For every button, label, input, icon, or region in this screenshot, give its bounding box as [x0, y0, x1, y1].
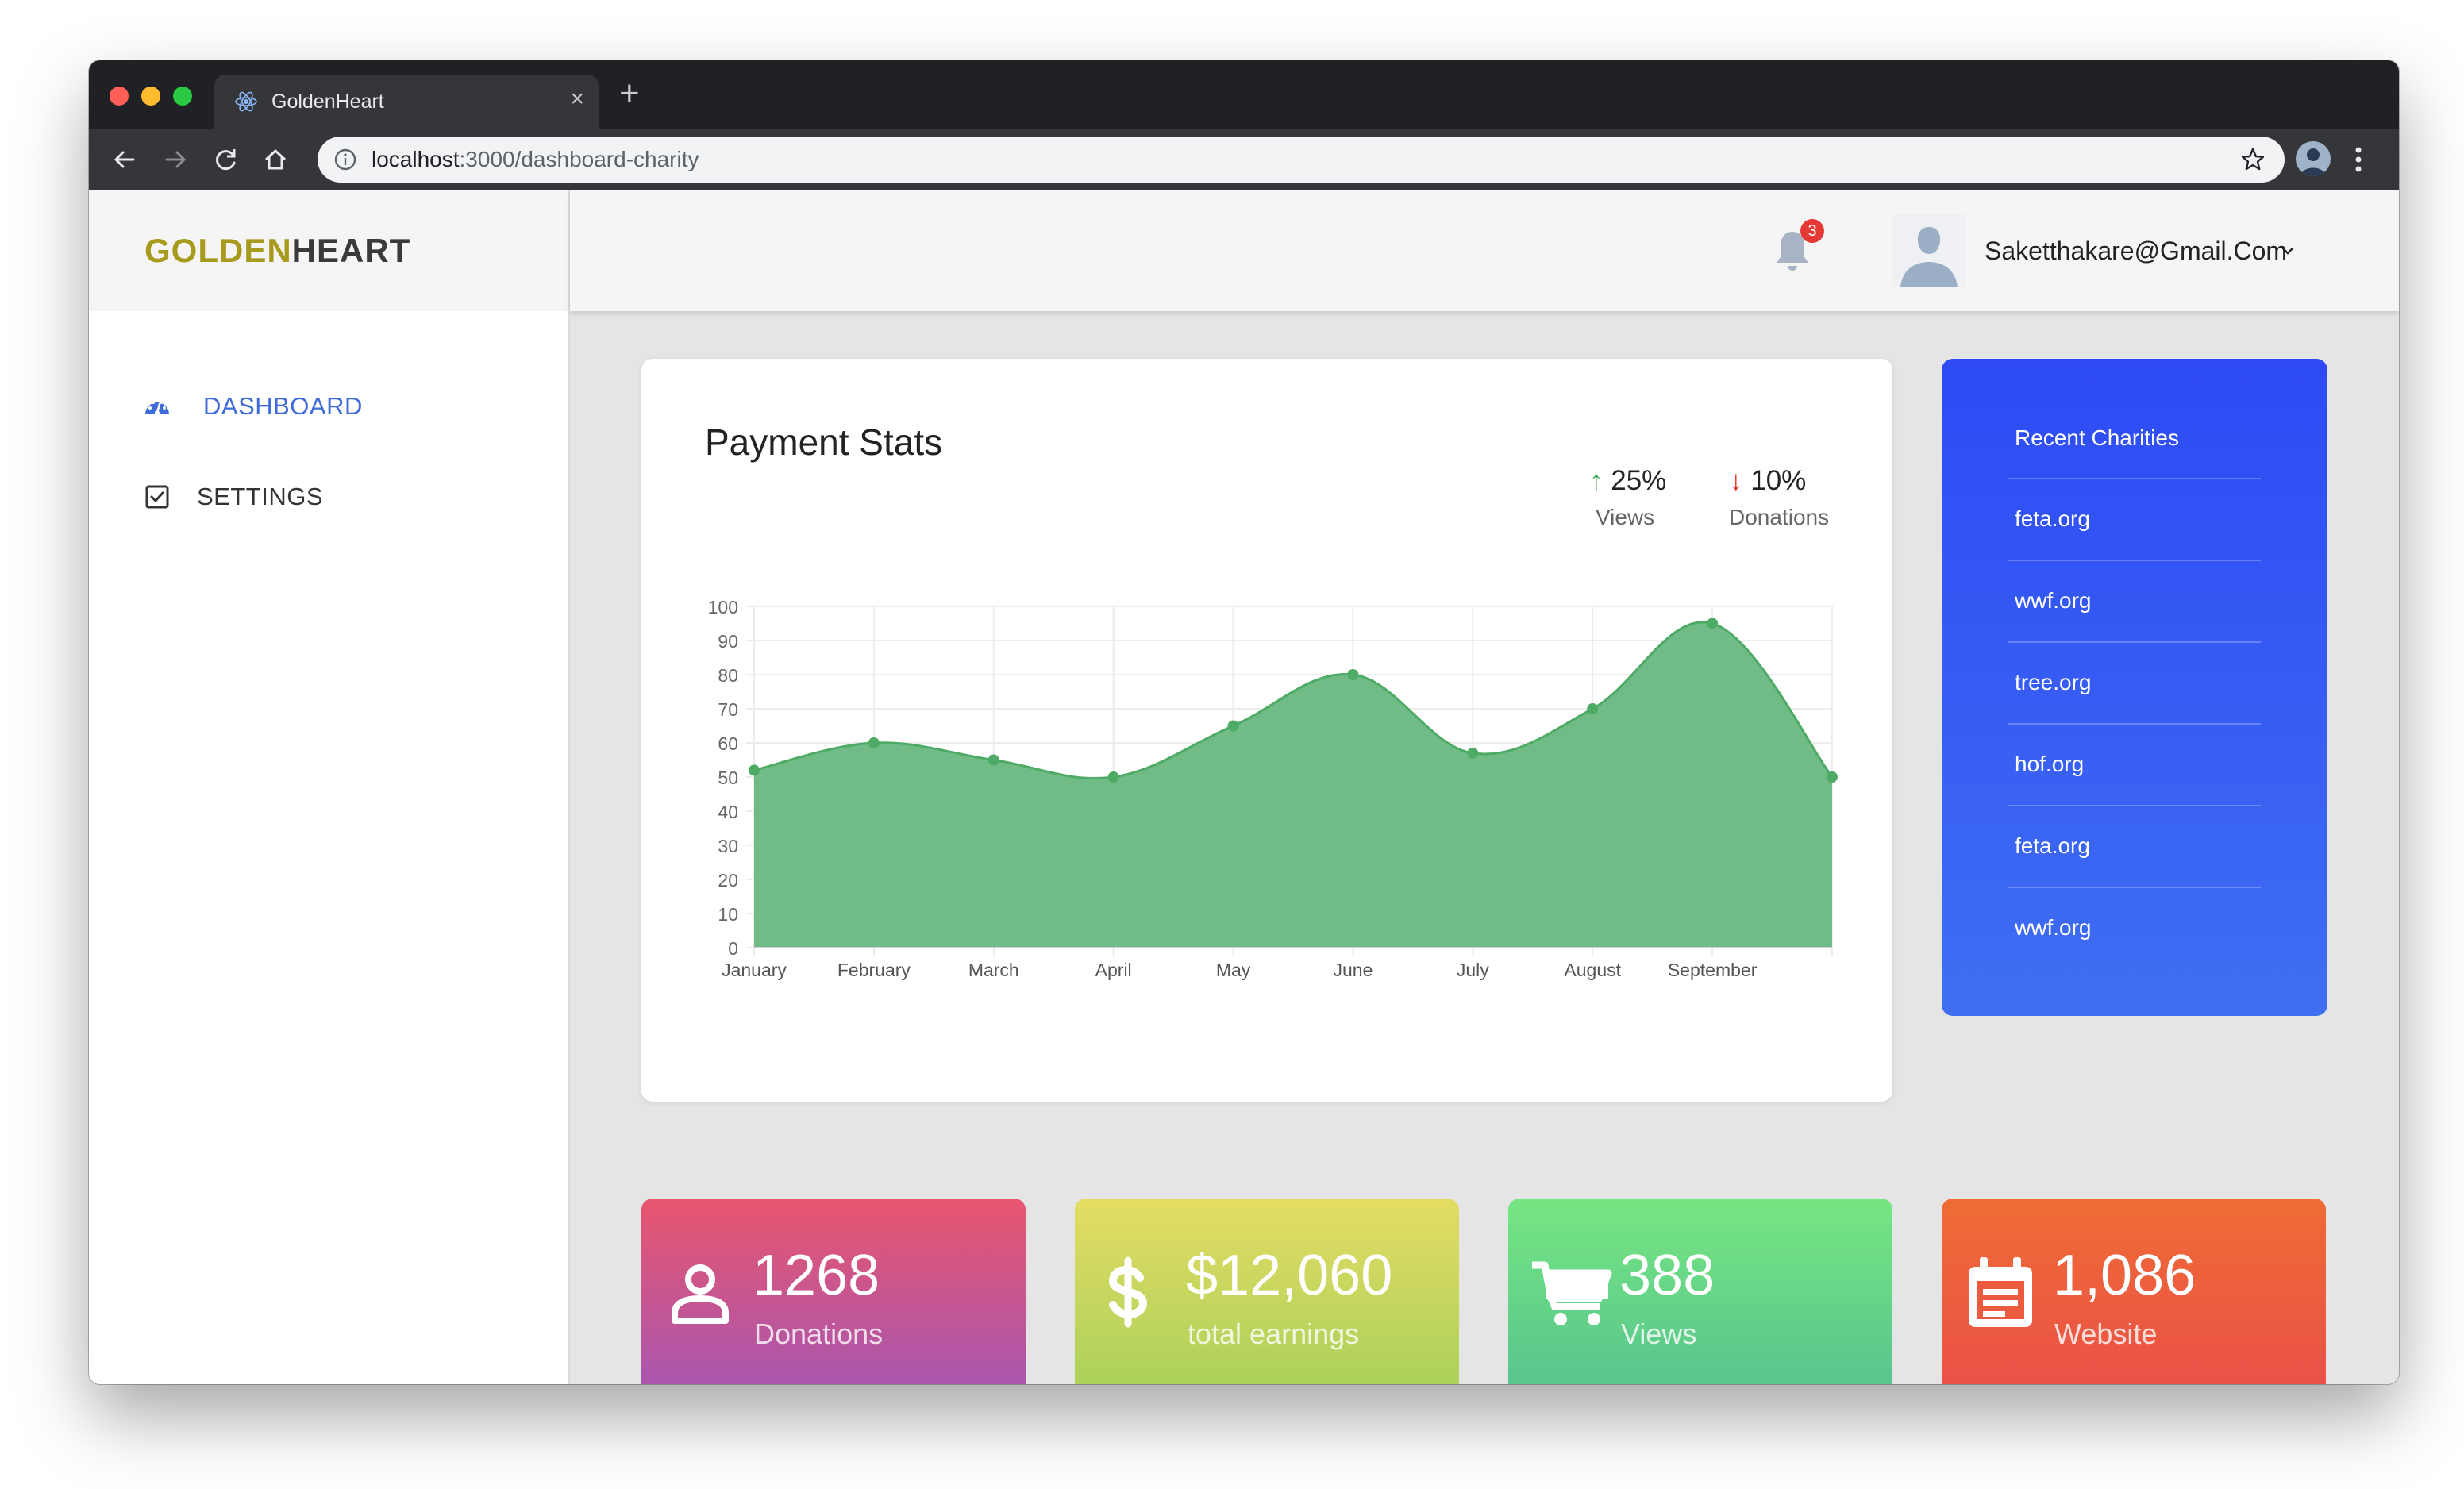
x-tick-label: May: [1216, 960, 1251, 980]
y-tick-label: 40: [718, 802, 738, 822]
recent-charities-title: Recent Charities: [2015, 425, 2179, 450]
tab-close-icon[interactable]: ×: [570, 86, 584, 113]
earnings-tile[interactable]: $12,060 total earnings: [1075, 1199, 1459, 1384]
reload-icon[interactable]: [211, 144, 241, 175]
address-bar[interactable]: localhost:3000/dashboard-charity: [318, 137, 2285, 183]
calendar-icon: [1969, 1257, 2032, 1327]
tile-value: 1268: [753, 1244, 880, 1307]
top-navbar: 3 Saketthakare@Gmail.Com: [570, 190, 2399, 311]
donations-tile[interactable]: 1268 Donations: [641, 1199, 1026, 1384]
y-tick-label: 20: [718, 870, 738, 891]
browser-window: GoldenHeart × + localhost:3000/dashboard…: [89, 60, 2399, 1384]
x-tick-label: April: [1095, 960, 1132, 980]
browser-menu-icon[interactable]: [2353, 143, 2364, 176]
user-icon: [672, 1264, 729, 1324]
x-tick-label: September: [1668, 960, 1758, 980]
data-point: [1467, 747, 1479, 759]
data-point: [868, 737, 880, 748]
sidebar-item-settings[interactable]: SETTINGS: [143, 478, 476, 516]
y-tick-label: 60: [718, 733, 738, 754]
browser-tab[interactable]: GoldenHeart ×: [214, 75, 599, 129]
y-tick-label: 80: [718, 665, 738, 686]
avatar[interactable]: [1892, 214, 1965, 287]
sidebar-item-label: SETTINGS: [197, 483, 324, 510]
tile-label: Website: [2054, 1318, 2158, 1350]
brand-area: GOLDENHEART: [89, 190, 570, 311]
react-icon: [235, 91, 257, 112]
y-tick-label: 70: [718, 699, 738, 720]
y-tick-label: 0: [728, 938, 738, 959]
tab-strip: GoldenHeart × +: [89, 60, 2399, 129]
minimize-window-button[interactable]: [141, 87, 160, 106]
x-tick-label: February: [837, 960, 911, 980]
tile-value: $12,060: [1186, 1244, 1393, 1307]
page-content: GOLDENHEART 3 Saketthakare@Gmail.Com DAS…: [89, 190, 2399, 1384]
y-tick-label: 10: [718, 904, 738, 925]
chevron-down-icon[interactable]: [2280, 243, 2296, 259]
website-tile[interactable]: 1,086 Website: [1942, 1199, 2326, 1384]
home-icon[interactable]: [260, 144, 291, 175]
notification-badge: 3: [1800, 219, 1824, 243]
tile-value: 1,086: [2053, 1244, 2196, 1307]
charity-item[interactable]: feta.org: [2008, 478, 2261, 560]
url-text[interactable]: localhost:3000/dashboard-charity: [372, 147, 699, 172]
tile-value: 388: [1619, 1244, 1715, 1307]
tile-label: Donations: [754, 1318, 884, 1350]
brand-logo-part1: GOLDEN: [144, 232, 292, 269]
bookmark-star-icon[interactable]: [2240, 147, 2266, 172]
charity-item[interactable]: wwf.org: [2008, 887, 2261, 969]
tile-label: total earnings: [1188, 1318, 1360, 1350]
dollar-icon: [1108, 1256, 1148, 1328]
close-window-button[interactable]: [110, 87, 129, 106]
sidebar: DASHBOARD SETTINGS: [89, 311, 570, 1384]
charity-item[interactable]: tree.org: [2008, 641, 2261, 724]
charity-item[interactable]: hof.org: [2008, 723, 2261, 806]
charity-item[interactable]: feta.org: [2008, 805, 2261, 887]
brand-logo-part2: HEART: [291, 232, 411, 269]
checkbox-icon: [145, 485, 169, 509]
data-point: [988, 754, 999, 766]
x-tick-label: June: [1334, 960, 1373, 980]
data-point: [1347, 669, 1359, 680]
browser-profile-icon[interactable]: [2296, 141, 2331, 176]
url-path: :3000/dashboard-charity: [459, 147, 699, 171]
area-fill: [754, 621, 1832, 948]
x-tick-label: January: [722, 960, 787, 980]
x-tick-label: March: [968, 960, 1019, 980]
data-point: [1707, 618, 1719, 629]
x-tick-label: August: [1564, 960, 1621, 980]
charity-item[interactable]: wwf.org: [2008, 560, 2261, 642]
y-tick-label: 100: [708, 597, 738, 618]
forward-arrow-icon[interactable]: [160, 144, 191, 175]
payment-stats-chart: 0 10 20 30 40 50 60 70 80 90 100 January February Mar…: [708, 597, 1838, 980]
recent-charities-panel: Recent Charities feta.org wwf.org tree.o…: [1942, 359, 2327, 1016]
x-tick-label: July: [1457, 960, 1489, 980]
new-tab-button[interactable]: +: [619, 76, 640, 111]
browser-toolbar: localhost:3000/dashboard-charity: [89, 129, 2399, 190]
cart-icon: [1532, 1261, 1612, 1325]
back-arrow-icon[interactable]: [110, 144, 140, 175]
tile-label: Views: [1621, 1318, 1697, 1350]
data-point: [1587, 703, 1599, 714]
y-tick-label: 30: [718, 836, 738, 856]
data-point: [1827, 771, 1838, 783]
sidebar-item-dashboard[interactable]: DASHBOARD: [143, 387, 476, 425]
url-host: localhost: [372, 147, 460, 171]
views-tile[interactable]: 388 Views: [1508, 1199, 1892, 1384]
data-point: [1107, 771, 1119, 783]
maximize-window-button[interactable]: [173, 87, 192, 106]
payment-stats-card: Payment Stats ↑ 25% Views ↓ 10% Donation…: [641, 359, 1892, 1102]
sidebar-item-label: DASHBOARD: [203, 392, 363, 420]
data-point: [749, 764, 760, 776]
info-icon[interactable]: [333, 148, 357, 171]
dashboard-gauge-icon: [145, 401, 169, 415]
data-point: [1227, 720, 1239, 732]
y-tick-label: 50: [718, 768, 738, 788]
brand-logo[interactable]: GOLDENHEART: [144, 232, 410, 270]
y-tick-label: 90: [718, 631, 738, 652]
user-email[interactable]: Saketthakare@Gmail.Com: [1985, 237, 2287, 266]
tab-title: GoldenHeart: [271, 90, 384, 113]
